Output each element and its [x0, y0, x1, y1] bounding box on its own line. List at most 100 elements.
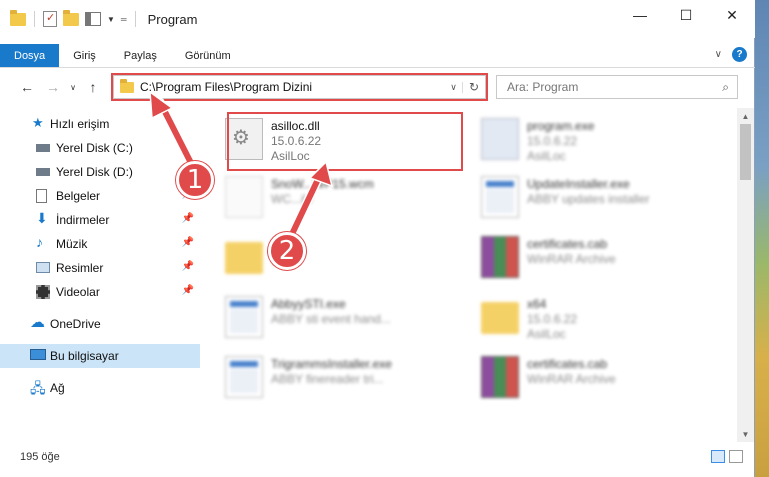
ribbon-tabs: Dosya Giriş Paylaş Görünüm ∨ ?	[0, 44, 755, 68]
sidebar-item-local-disk-d[interactable]: Yerel Disk (D:)	[0, 160, 200, 184]
list-item[interactable]: ...22	[205, 232, 450, 286]
search-placeholder: Ara: Program	[507, 80, 579, 94]
file-name: AbbyySTI.exe	[271, 297, 346, 311]
list-item[interactable]: AbbyySTI.exe ABBY sti event hand...	[205, 292, 450, 346]
vertical-scrollbar[interactable]: ▲ ▼	[737, 108, 754, 442]
exe-icon	[481, 176, 519, 218]
sidebar-item-music[interactable]: ♪ Müzik 📌	[0, 232, 200, 256]
sidebar-item-pictures[interactable]: Resimler 📌	[0, 256, 200, 280]
recent-locations-button[interactable]: ∨	[66, 83, 80, 92]
drive-icon	[36, 168, 50, 176]
file-name: x64	[527, 297, 547, 311]
file-version: 15.0.6.22	[527, 134, 578, 148]
scroll-down-icon[interactable]: ▼	[737, 426, 754, 442]
cloud-icon: ☁	[30, 314, 45, 331]
star-icon: ★	[32, 115, 44, 130]
sidebar-item-this-pc[interactable]: Bu bilgisayar	[0, 344, 200, 368]
view-toggle	[711, 450, 743, 463]
sidebar-item-downloads[interactable]: ⬇ İndirmeler 📌	[0, 208, 200, 232]
sidebar-item-label: Yerel Disk (D:)	[56, 165, 133, 179]
view-icon[interactable]	[85, 12, 101, 26]
folder-icon	[481, 302, 519, 334]
file-description: ABBY updates installer	[527, 192, 650, 206]
music-icon: ♪	[36, 234, 43, 250]
callout-1: 1	[176, 161, 214, 199]
status-bar: 195 öğe	[0, 446, 755, 468]
help-icon[interactable]: ?	[732, 47, 747, 62]
file-name: certificates.cab	[527, 357, 608, 371]
item-count: 195 öğe	[20, 451, 60, 463]
expand-ribbon-icon[interactable]: ∨	[715, 49, 722, 60]
tab-file[interactable]: Dosya	[0, 44, 60, 67]
maximize-button[interactable]: ☐	[663, 0, 709, 30]
list-item[interactable]: program.exe 15.0.6.22 AsilLoc	[461, 114, 706, 168]
close-button[interactable]: ✕	[709, 0, 755, 30]
file-type: WinRAR Archive	[527, 372, 616, 386]
list-item[interactable]: certificates.cab WinRAR Archive	[461, 232, 706, 286]
sidebar-item-label: Belgeler	[56, 189, 101, 203]
sidebar-item-label: Resimler	[56, 261, 104, 275]
title-bar: ▼ ═ Program — ☐ ✕	[0, 0, 755, 38]
network-icon: 🖧	[30, 380, 46, 396]
forward-button[interactable]: →	[40, 79, 66, 95]
pin-icon[interactable]: 📌	[182, 213, 194, 224]
explorer-window: ▼ ═ Program — ☐ ✕ Dosya Giriş Paylaş Gör…	[0, 0, 755, 477]
scroll-thumb[interactable]	[740, 124, 751, 180]
video-icon	[36, 285, 50, 299]
sidebar-item-label: Yerel Disk (C:)	[56, 141, 133, 155]
chevron-down-icon[interactable]: ▼	[107, 15, 115, 24]
list-item[interactable]: certificates.cab WinRAR Archive	[461, 352, 706, 406]
document-icon	[36, 189, 47, 203]
list-item[interactable]: x64 15.0.6.22 AsilLoc	[461, 292, 706, 346]
sidebar-item-network[interactable]: 🖧 Ağ	[0, 376, 200, 400]
window-title: Program	[147, 11, 198, 27]
new-folder-icon[interactable]	[63, 9, 79, 26]
file-type: WinRAR Archive	[527, 252, 616, 266]
sidebar-item-videos[interactable]: Videolar 📌	[0, 280, 200, 304]
exe-icon	[225, 356, 263, 398]
file-type: WC...ile	[271, 192, 313, 206]
search-icon[interactable]: ⌕	[722, 80, 729, 95]
file-name: TrigrammsInstaller.exe	[271, 357, 392, 371]
sidebar-item-onedrive[interactable]: ☁ OneDrive	[0, 312, 200, 336]
tab-view[interactable]: Görünüm	[171, 44, 245, 67]
properties-icon[interactable]	[43, 11, 57, 27]
sidebar-item-label: Hızlı erişim	[50, 117, 110, 131]
tab-home[interactable]: Giriş	[59, 44, 110, 67]
tab-share[interactable]: Paylaş	[110, 44, 171, 67]
search-input[interactable]: Ara: Program ⌕	[496, 75, 738, 99]
scroll-up-icon[interactable]: ▲	[737, 108, 754, 124]
back-button[interactable]: ←	[14, 79, 40, 95]
pin-icon[interactable]: 📌	[182, 285, 194, 296]
callout-2: 2	[268, 232, 306, 270]
customize-toolbar-icon[interactable]: ═	[121, 15, 127, 24]
window-controls: — ☐ ✕	[617, 0, 755, 30]
ribbon-right: ∨ ?	[715, 47, 747, 62]
exe-icon	[481, 118, 519, 160]
file-version: 15.0.6.22	[527, 312, 578, 326]
navigation-bar: ← → ∨ ↑ C:\Program Files\Program Dizini …	[0, 72, 755, 102]
file-list: asilloc.dll 15.0.6.22 AsilLoc SnoW...WP1…	[205, 108, 735, 442]
pin-icon[interactable]: 📌	[182, 237, 194, 248]
details-view-icon[interactable]	[711, 450, 725, 463]
sidebar-item-label: Müzik	[56, 237, 88, 251]
file-company: AsilLoc	[527, 149, 566, 163]
divider	[134, 11, 136, 27]
minimize-button[interactable]: —	[617, 0, 663, 30]
up-button[interactable]: ↑	[80, 79, 106, 95]
list-item[interactable]: SnoW...WP15.wcm WC...ile	[205, 172, 450, 226]
file-name: SnoW...WP15.wcm	[271, 177, 374, 191]
sidebar-item-quick-access[interactable]: ★ Hızlı erişim	[0, 112, 200, 136]
pin-icon[interactable]: 📌	[182, 261, 194, 272]
file-name: certificates.cab	[527, 237, 608, 251]
large-icons-view-icon[interactable]	[729, 450, 743, 463]
sidebar-item-label: İndirmeler	[56, 213, 110, 227]
sidebar-item-local-disk-c[interactable]: Yerel Disk (C:)	[0, 136, 200, 160]
file-name: program.exe	[527, 119, 595, 133]
list-item[interactable]: UpdateInstaller.exe ABBY updates install…	[461, 172, 706, 226]
sidebar-item-label: Bu bilgisayar	[50, 349, 119, 363]
sidebar-item-documents[interactable]: Belgeler 📌	[0, 184, 200, 208]
list-item[interactable]: TrigrammsInstaller.exe ABBY finereader t…	[205, 352, 450, 406]
pictures-icon	[36, 262, 50, 273]
divider	[34, 11, 35, 27]
